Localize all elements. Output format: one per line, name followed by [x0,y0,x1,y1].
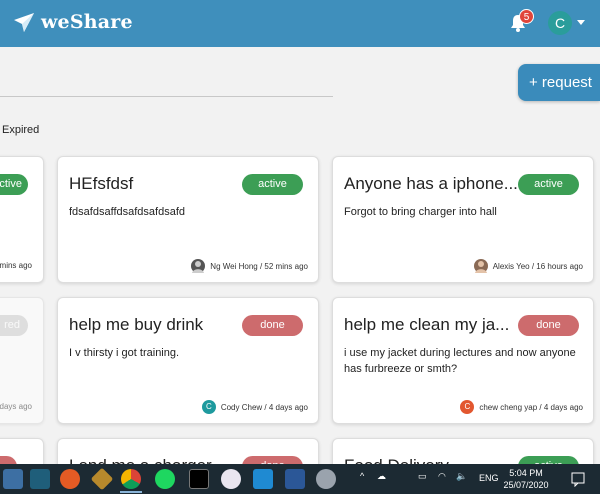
request-card[interactable]: Anyone has a iphone... active Forgot to … [332,156,594,283]
chrome-icon[interactable] [121,469,141,489]
card-description: I v thirsty i got training. [69,347,180,359]
card-meta: Ng Wei Hong / 52 mins ago [191,259,308,273]
git-icon[interactable] [90,467,114,491]
meta-separator: / [262,402,269,412]
ubuntu-icon[interactable] [60,469,80,489]
python-icon[interactable] [3,469,23,489]
request-card[interactable]: red days ago [0,297,44,424]
card-title: Anyone has a iphone... [344,174,518,193]
volume-icon[interactable]: 🔈 [456,471,467,482]
person-icon [474,261,487,273]
chevron-up-icon[interactable]: ^ [360,471,364,481]
card-time: 4 days ago [543,402,583,412]
request-card[interactable]: help me buy drink done I v thirsty i got… [57,297,319,424]
status-badge: active [518,174,579,195]
app-logo[interactable]: weShare [12,10,133,34]
author-avatar: C [201,400,216,414]
user-avatar[interactable]: C [548,11,572,35]
new-request-button[interactable]: + request [518,64,600,101]
notification-center-icon[interactable] [570,471,586,487]
card-description: fdsafdsaffdsafdsafdsafd [69,206,185,218]
meta-separator: / [529,261,537,271]
app-header: weShare 5 C [0,0,600,47]
card-time: mins ago [0,261,32,270]
filter-tab-expired[interactable]: Expired [2,124,39,136]
card-author: Ng Wei Hong [210,261,258,271]
system-clock[interactable]: 5:04 PM 25/07/2020 [501,467,551,491]
person-icon [192,261,205,273]
onedrive-icon[interactable]: ☁ [377,471,386,482]
status-badge: active [242,174,303,195]
battery-icon[interactable]: ▭ [418,471,427,482]
os-taskbar: ^ ☁ ▭ ◠ 🔈 ENG 5:04 PM 25/07/2020 [0,464,600,494]
notification-count-badge: 5 [519,9,534,24]
app-title: weShare [41,11,133,33]
card-author: chew cheng yap [479,402,538,412]
request-card[interactable]: active mins ago [0,156,44,283]
card-meta: Alexis Yeo / 16 hours ago [473,259,583,273]
search-underline[interactable] [0,96,333,97]
card-author: Alexis Yeo [492,261,530,271]
request-card[interactable]: HEfsfdsf active fdsafdsaffdsafdsafdsafd … [57,156,319,283]
card-author: Cody Chew [220,402,263,412]
book-icon[interactable] [30,469,50,489]
intellij-icon[interactable] [189,469,209,489]
card-time: 16 hours ago [536,261,583,271]
card-meta: C Cody Chew / 4 days ago [201,400,308,414]
card-time: 52 mins ago [264,261,308,271]
card-meta: days ago [0,402,32,411]
chevron-down-icon[interactable] [577,20,585,25]
vscode-icon[interactable] [253,469,273,489]
card-description: Forgot to bring charger into hall [344,206,497,218]
active-app-indicator [120,491,142,493]
github-icon[interactable] [221,469,241,489]
status-badge: red [0,315,28,336]
card-time: days ago [0,402,32,411]
status-badge: active [0,174,28,195]
wifi-icon[interactable]: ◠ [438,471,446,482]
card-description: i use my jacket during lectures and now … [344,347,576,375]
cloud-app-icon[interactable] [316,469,336,489]
logo-icon [14,13,34,32]
author-avatar [473,259,488,273]
request-card[interactable]: help me clean my ja... done i use my jac… [332,297,594,424]
language-indicator[interactable]: ENG [479,473,499,483]
author-avatar [191,259,206,273]
spotify-icon[interactable] [155,469,175,489]
card-time: 4 days ago [268,402,308,412]
card-meta: C chew cheng yap / 4 days ago [460,400,583,414]
meta-separator: / [537,402,544,412]
clock-date: 25/07/2020 [503,480,549,490]
meta-separator: / [257,261,265,271]
status-badge: done [242,315,303,336]
status-badge: done [518,315,579,336]
card-title: HEfsfdsf [69,174,134,193]
card-title: help me clean my ja... [344,315,510,334]
author-avatar: C [460,400,475,414]
card-title: help me buy drink [69,315,204,334]
word-icon[interactable] [285,469,305,489]
clock-time: 5:04 PM [509,468,543,478]
card-meta: mins ago [0,261,32,270]
